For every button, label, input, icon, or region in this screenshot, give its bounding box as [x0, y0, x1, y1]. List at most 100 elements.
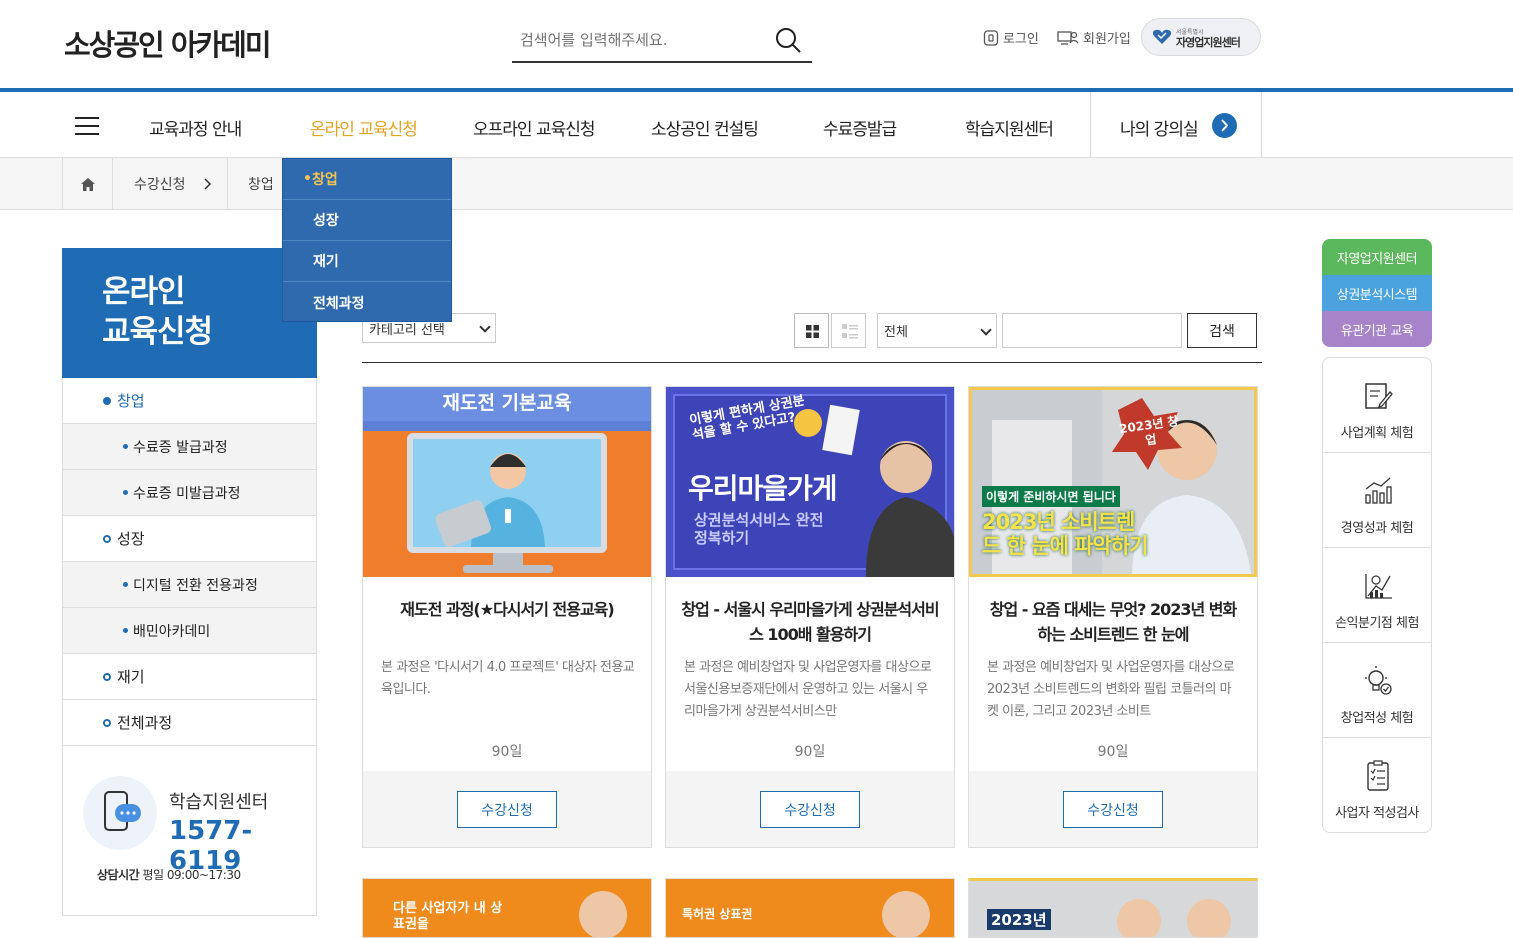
dropdown-item-all[interactable]: 전체과정	[283, 282, 451, 323]
side-menu-label: 배민아카데미	[133, 623, 211, 640]
chevron-down-icon	[980, 324, 992, 336]
course-title[interactable]: 재도전 과정(★다시서기 전용교육)	[378, 597, 636, 622]
filter-select[interactable]: 전체	[877, 313, 997, 348]
hamburger-menu-icon[interactable]	[75, 117, 99, 135]
quick-performance[interactable]: 경영성과 체험	[1323, 453, 1431, 548]
breadcrumb-level2-label: 창업	[248, 177, 274, 193]
dropdown-item-startup[interactable]: • 창업	[283, 159, 451, 200]
gnb-online-apply[interactable]: 온라인 교육신청	[310, 115, 418, 140]
side-menu-cert-course[interactable]: 수료증 발급과정	[62, 424, 317, 470]
grid-view-button[interactable]	[794, 313, 829, 348]
apply-button[interactable]: 수강신청	[1063, 791, 1163, 828]
self-employed-center-link[interactable]: 서울특별시 자영업지원센터	[1141, 18, 1261, 56]
course-card[interactable]: 특허권 상표권	[665, 878, 955, 938]
chevron-right-icon	[204, 178, 211, 190]
quick-item-label: 창업적성 체험	[1340, 711, 1414, 726]
breadcrumb: 수강신청 창업	[0, 158, 1513, 210]
thumbnail-headline: 2023년 소비트렌드 한 눈에 파악하기	[982, 510, 1149, 558]
search-icon[interactable]	[774, 26, 802, 54]
apply-button[interactable]: 수강신청	[760, 791, 860, 828]
dropdown-item-growth[interactable]: 성장	[283, 200, 451, 241]
bullet-icon	[123, 490, 128, 495]
center-name-label: 자영업지원센터	[1176, 36, 1241, 49]
breadcrumb-level2[interactable]: 창업	[227, 158, 287, 210]
gnb-certificate[interactable]: 수료증발급	[823, 115, 897, 140]
gnb-consulting[interactable]: 소상공인 컨설팅	[651, 115, 759, 140]
gnb-divider	[1090, 92, 1091, 158]
side-menu-label: 수료증 발급과정	[133, 439, 228, 456]
keyword-input[interactable]	[1002, 313, 1182, 348]
bullet-icon	[103, 396, 111, 405]
quick-link-partner-education[interactable]: 유관기관 교육	[1322, 311, 1432, 347]
phone-chat-icon	[83, 776, 157, 850]
dropdown-item-label: 전체과정	[313, 295, 365, 312]
course-duration: 90일	[491, 744, 523, 760]
search-input[interactable]	[520, 28, 765, 52]
quick-breakeven[interactable]: 손익분기점 체험	[1323, 548, 1431, 643]
side-menu-restart[interactable]: 재기	[62, 654, 317, 700]
thumbnail-subtext: 상권분석서비스 완전정복하기	[694, 511, 824, 547]
side-menu-all[interactable]: 전체과정	[62, 700, 317, 746]
search-button[interactable]: 검색	[1187, 313, 1257, 348]
quick-item-label: 사업계획 체험	[1340, 426, 1414, 441]
support-center-box: 학습지원센터 1577-6119 상담시간 평일 09:00~17:30	[62, 746, 317, 916]
divider	[362, 362, 1262, 363]
support-title: 학습지원센터	[169, 792, 269, 813]
chevron-right-icon[interactable]	[1212, 113, 1237, 138]
quick-link-commercial-analysis[interactable]: 상권분석시스템	[1322, 275, 1432, 311]
gnb-divider	[1261, 92, 1262, 158]
signup-link[interactable]: 회원가입	[1057, 28, 1131, 47]
quick-business-test[interactable]: 사업자 적성검사	[1323, 738, 1431, 833]
bullet-icon	[123, 582, 128, 587]
list-view-button[interactable]	[831, 313, 866, 348]
site-logo[interactable]: 소상공인 아카데미	[64, 22, 272, 64]
breadcrumb-level1[interactable]: 수강신청	[112, 158, 227, 210]
list-view-icon	[842, 324, 858, 339]
side-menu-title: 온라인 교육신청	[62, 248, 317, 378]
quick-link-label: 자영업지원센터	[1336, 251, 1418, 267]
course-duration: 90일	[1097, 744, 1129, 760]
card-footer: 수강신청	[666, 771, 954, 847]
gnb-learning-support[interactable]: 학습지원센터	[965, 115, 1054, 140]
grid-view-icon	[806, 325, 819, 338]
course-thumbnail[interactable]: 2023년 창업 이렇게 준비하시면 됩니다 2023년 소비트렌드 한 눈에 …	[969, 387, 1257, 577]
course-card[interactable]: 2023년	[968, 878, 1258, 938]
home-link[interactable]	[62, 158, 112, 210]
home-icon	[80, 177, 95, 191]
side-menu-startup[interactable]: 창업	[62, 378, 317, 424]
online-apply-dropdown: • 창업 성장 재기 전체과정	[282, 158, 452, 322]
dropdown-item-label: 성장	[313, 213, 339, 229]
course-card[interactable]: 다른 사업자가 내 상표권을	[362, 878, 652, 938]
dropdown-item-label: 창업	[311, 172, 338, 188]
apply-button[interactable]: 수강신청	[457, 791, 557, 828]
gnb-my-classroom[interactable]: 나의 강의실	[1120, 115, 1199, 140]
side-menu-growth[interactable]: 성장	[62, 516, 317, 562]
gnb-course-guide[interactable]: 교육과정 안내	[149, 115, 242, 140]
thumbnail-headline: 우리마을가게	[688, 472, 838, 505]
course-thumbnail[interactable]: 이렇게 편하게 상권분석을 할 수 있다고? 우리마을가게 상권분석서비스 완전…	[666, 387, 954, 577]
quick-aptitude[interactable]: 창업적성 체험	[1323, 643, 1431, 738]
bullet-icon	[103, 672, 111, 681]
thumbnail-text: 2023년	[987, 909, 1051, 930]
dropdown-item-restart[interactable]: 재기	[283, 241, 451, 282]
course-title[interactable]: 창업 - 요즘 대세는 무엇? 2023년 변화하는 소비트렌드 한 눈에	[984, 597, 1242, 647]
presenter-illustration	[579, 891, 627, 937]
bullet-icon	[103, 534, 111, 543]
side-menu-label: 디지털 전환 전용과정	[133, 577, 258, 594]
side-menu-no-cert-course[interactable]: 수료증 미발급과정	[62, 470, 317, 516]
bullet-icon	[103, 718, 111, 727]
side-menu-label: 전체과정	[117, 714, 173, 732]
course-title[interactable]: 창업 - 서울시 우리마을가게 상권분석서비스 100배 활용하기	[681, 597, 939, 647]
side-menu-baemin[interactable]: 배민아카데미	[62, 608, 317, 654]
gnb-offline-apply[interactable]: 오프라인 교육신청	[473, 115, 596, 140]
quick-link-self-employed[interactable]: 자영업지원센터	[1322, 239, 1432, 275]
quick-business-plan[interactable]: 사업계획 체험	[1323, 358, 1431, 453]
growth-chart-icon	[1365, 477, 1392, 504]
course-thumbnail[interactable]: 재도전 기본교육	[363, 387, 651, 577]
chevron-down-icon	[479, 321, 491, 333]
thumbnail-text: 이렇게 준비하시면 됩니다	[982, 486, 1120, 507]
side-menu-digital[interactable]: 디지털 전환 전용과정	[62, 562, 317, 608]
quick-item-label: 사업자 적성검사	[1335, 806, 1419, 821]
quick-link-label: 유관기관 교육	[1340, 323, 1414, 339]
login-link[interactable]: 로그인	[983, 28, 1039, 47]
